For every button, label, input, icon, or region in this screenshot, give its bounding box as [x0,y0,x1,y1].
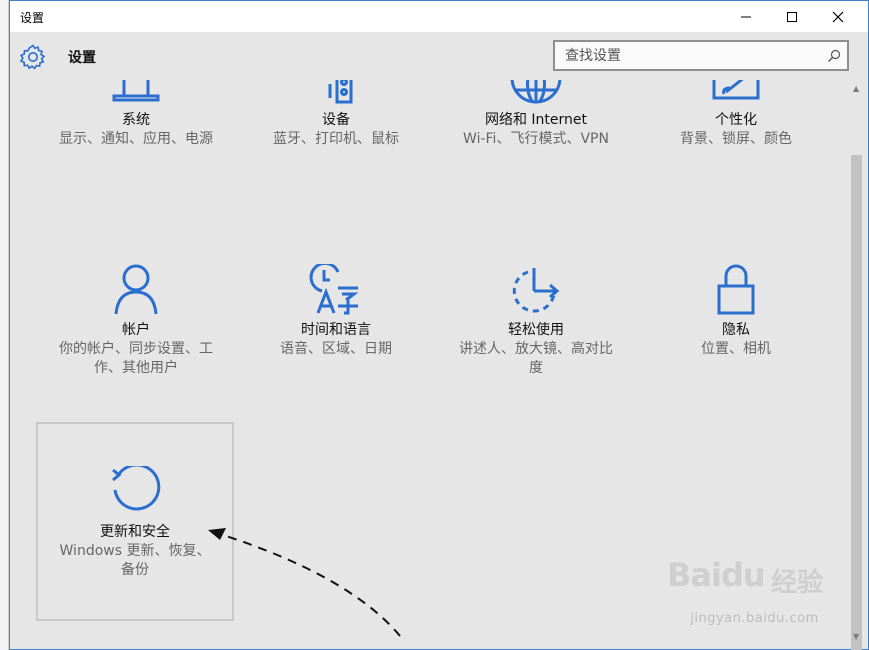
minimize-button[interactable] [723,1,769,32]
minimize-icon [741,16,751,17]
gear-icon [20,44,46,70]
title-bar: 设置 [10,1,868,32]
settings-header: 设置 [10,32,868,80]
scroll-up-icon[interactable]: ▲ [853,84,859,93]
tile-ease-of-access-desc: 讲述人、放大镜、高对比度 [459,341,613,376]
watermark-url: jingyan.baidu.com [690,611,819,626]
watermark-brand: Baidu [667,556,766,594]
annotation-arrow [208,528,401,637]
close-icon [832,11,844,22]
personalize-icon [712,80,760,100]
tile-personalization-name: 个性化 [715,112,757,128]
time-language-icon [309,264,359,315]
search-input[interactable] [555,42,823,69]
tile-accounts[interactable]: 帐户 你的帐户、同步设置、工作、其他用户 [37,264,235,378]
tile-system-desc: 显示、通知、应用、电源 [59,131,213,147]
person-icon [114,264,158,315]
vertical-scrollbar[interactable]: ▲ ▼ [849,80,866,650]
tile-privacy[interactable]: 隐私 位置、相机 [637,264,835,359]
update-icon [112,466,161,511]
tile-privacy-desc: 位置、相机 [701,341,771,357]
search-icon[interactable] [827,49,841,63]
close-button[interactable] [815,1,861,32]
desktop-background [0,0,9,650]
tile-ease-of-access[interactable]: 轻松使用 讲述人、放大镜、高对比度 [437,264,635,378]
maximize-icon [787,11,797,22]
tile-privacy-name: 隐私 [722,322,750,338]
tile-network-desc: Wi-Fi、飞行模式、VPN [463,131,609,147]
tile-accounts-name: 帐户 [122,322,150,338]
ease-of-access-icon [512,268,560,313]
tile-time-language-desc: 语音、区域、日期 [280,341,392,357]
tile-devices-desc: 蓝牙、打印机、鼠标 [273,131,399,147]
app-title: 设置 [68,50,96,66]
scrollbar-thumb[interactable] [851,155,862,650]
tile-network-name: 网络和 Internet [484,112,588,128]
tile-system-name: 系统 [122,112,150,128]
baidu-watermark: Baidu 经验 jingyan.baidu.com [667,556,842,631]
search-box[interactable] [553,40,849,71]
tile-ease-of-access-name: 轻松使用 [508,322,564,338]
tile-personalization-desc: 背景、锁屏、颜色 [680,131,792,147]
window-title: 设置 [20,11,45,25]
lock-icon [717,264,755,315]
settings-window: 设置 设置 查找设置 系统 显示、通知、应用、电源 设备 蓝牙、打印机、鼠标 网… [9,0,869,650]
tile-network[interactable]: 网络和 Internet Wi-Fi、飞行模式、VPN [437,80,635,149]
tile-time-language[interactable]: 时间和语言 语音、区域、日期 [237,264,435,359]
globe-icon [510,80,562,104]
watermark-brand-cn: 经验 [771,568,824,598]
tile-accounts-desc: 你的帐户、同步设置、工作、其他用户 [59,341,213,376]
devices-icon [328,80,353,104]
tile-devices[interactable]: 设备 蓝牙、打印机、鼠标 [237,80,435,149]
maximize-button[interactable] [769,1,815,32]
tile-devices-name: 设备 [322,112,350,128]
laptop-icon [112,80,160,102]
settings-grid: 系统 显示、通知、应用、电源 设备 蓝牙、打印机、鼠标 网络和 Internet… [10,80,850,649]
tile-system[interactable]: 系统 显示、通知、应用、电源 [37,80,235,149]
scroll-down-icon[interactable]: ▼ [853,632,859,641]
tile-time-language-name: 时间和语言 [301,322,371,338]
tile-personalization[interactable]: 个性化 背景、锁屏、颜色 [637,80,835,149]
